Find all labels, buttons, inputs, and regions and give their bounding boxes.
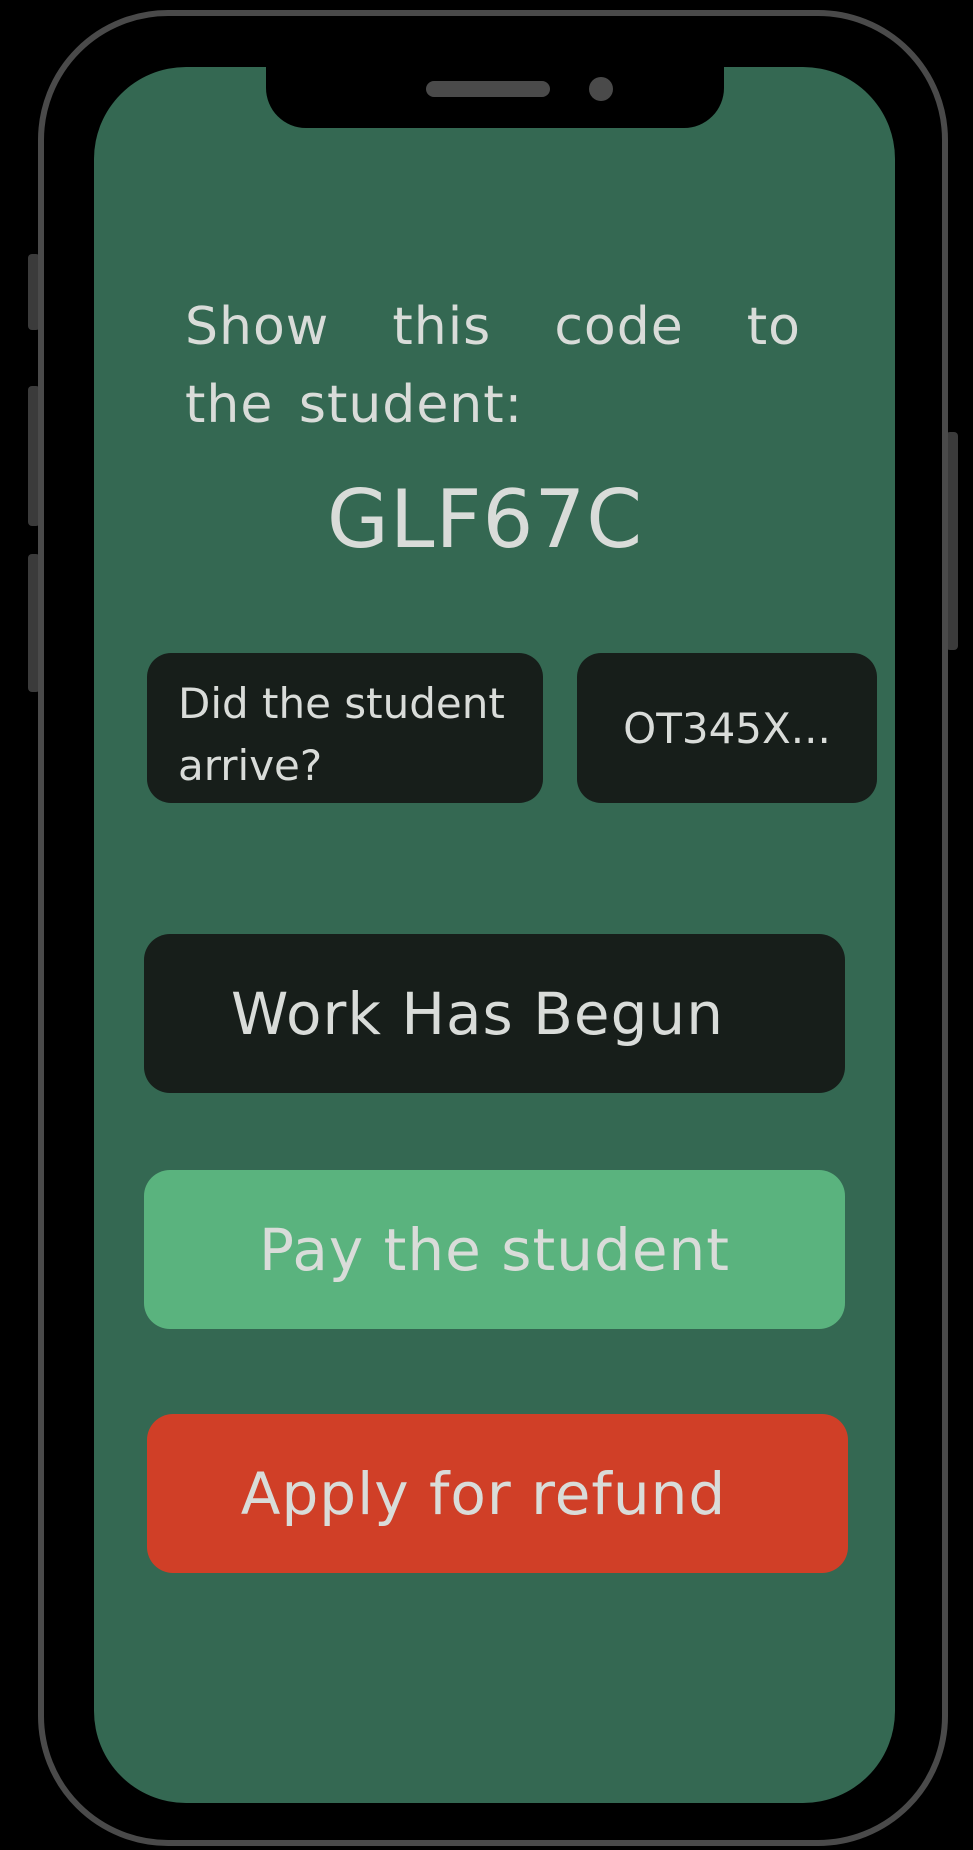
- speaker-grille: [426, 81, 550, 97]
- student-arrival-question: Did the student arrive?: [147, 653, 543, 803]
- booking-reference-field[interactable]: OT345X...: [577, 653, 877, 803]
- work-has-begun-button[interactable]: Work Has Begun: [144, 934, 845, 1093]
- front-camera: [589, 77, 613, 101]
- apply-refund-button[interactable]: Apply for refund: [147, 1414, 848, 1573]
- verification-code: GLF67C: [326, 473, 644, 566]
- booking-reference-text: OT345X...: [623, 703, 831, 753]
- work-has-begun-label: Work Has Begun: [231, 979, 724, 1048]
- pay-student-button[interactable]: Pay the student: [144, 1170, 845, 1329]
- apply-refund-label: Apply for refund: [240, 1459, 727, 1528]
- code-instruction-text: Show this code to the student:: [185, 297, 801, 435]
- phone-mockup: Show this code to the student: GLF67C Di…: [0, 0, 973, 1850]
- pay-student-label: Pay the student: [258, 1215, 730, 1284]
